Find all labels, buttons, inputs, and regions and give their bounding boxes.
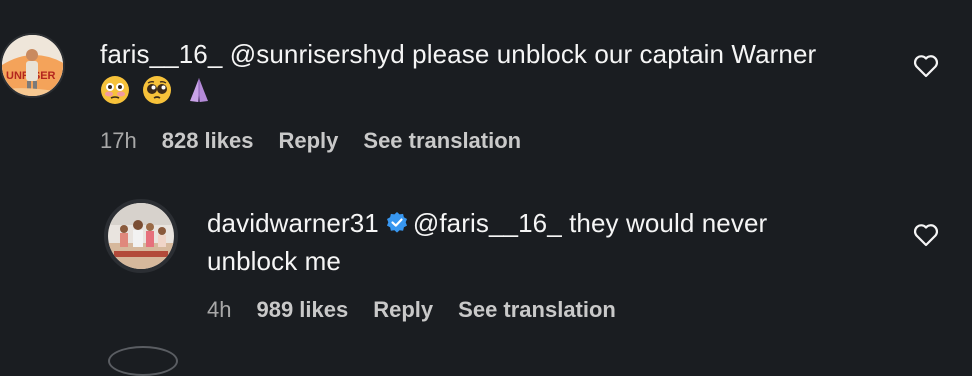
comment-username[interactable]: davidwarner31	[207, 208, 379, 238]
comment-text-line2: unblock me	[207, 246, 341, 276]
comment-timestamp: 17h	[100, 128, 137, 153]
profile-photo-icon: UNRISER	[2, 35, 63, 96]
emoji-row	[100, 75, 890, 105]
comment-mention[interactable]: @faris__16_	[413, 208, 562, 238]
heart-outline-icon[interactable]	[913, 54, 939, 78]
reply-button[interactable]: Reply	[373, 297, 433, 323]
avatar[interactable]: UNRISER	[0, 33, 65, 98]
see-translation-button[interactable]: See translation	[363, 128, 521, 154]
reply-button[interactable]: Reply	[278, 128, 338, 154]
comment-mention[interactable]: @sunrisershyd	[230, 39, 405, 69]
flushed-face-icon	[101, 76, 129, 104]
comment-meta: 17h 828 likes Reply See translation	[100, 128, 521, 154]
comment-body: faris__16_ @sunrisershyd please unblock …	[100, 35, 890, 105]
profile-photo-icon	[108, 203, 174, 269]
avatar[interactable]	[104, 199, 178, 273]
comment-body: davidwarner31 @faris__16_ they would nev…	[207, 204, 897, 280]
pleading-face-icon	[143, 76, 171, 104]
heart-outline-icon[interactable]	[913, 223, 939, 247]
see-translation-button[interactable]: See translation	[458, 297, 616, 323]
verified-badge-icon	[386, 212, 407, 233]
likes-count[interactable]: 828 likes	[162, 128, 254, 154]
folded-hands-icon	[190, 78, 208, 102]
comment-username[interactable]: faris__16_	[100, 39, 222, 69]
comment-text-line1: they would never	[561, 208, 768, 238]
likes-count[interactable]: 989 likes	[256, 297, 348, 323]
comment-text: please unblock our captain Warner	[404, 39, 817, 69]
comment-timestamp: 4h	[207, 297, 232, 322]
next-avatar-partial	[108, 346, 178, 376]
comment-meta: 4h 989 likes Reply See translation	[207, 297, 616, 323]
